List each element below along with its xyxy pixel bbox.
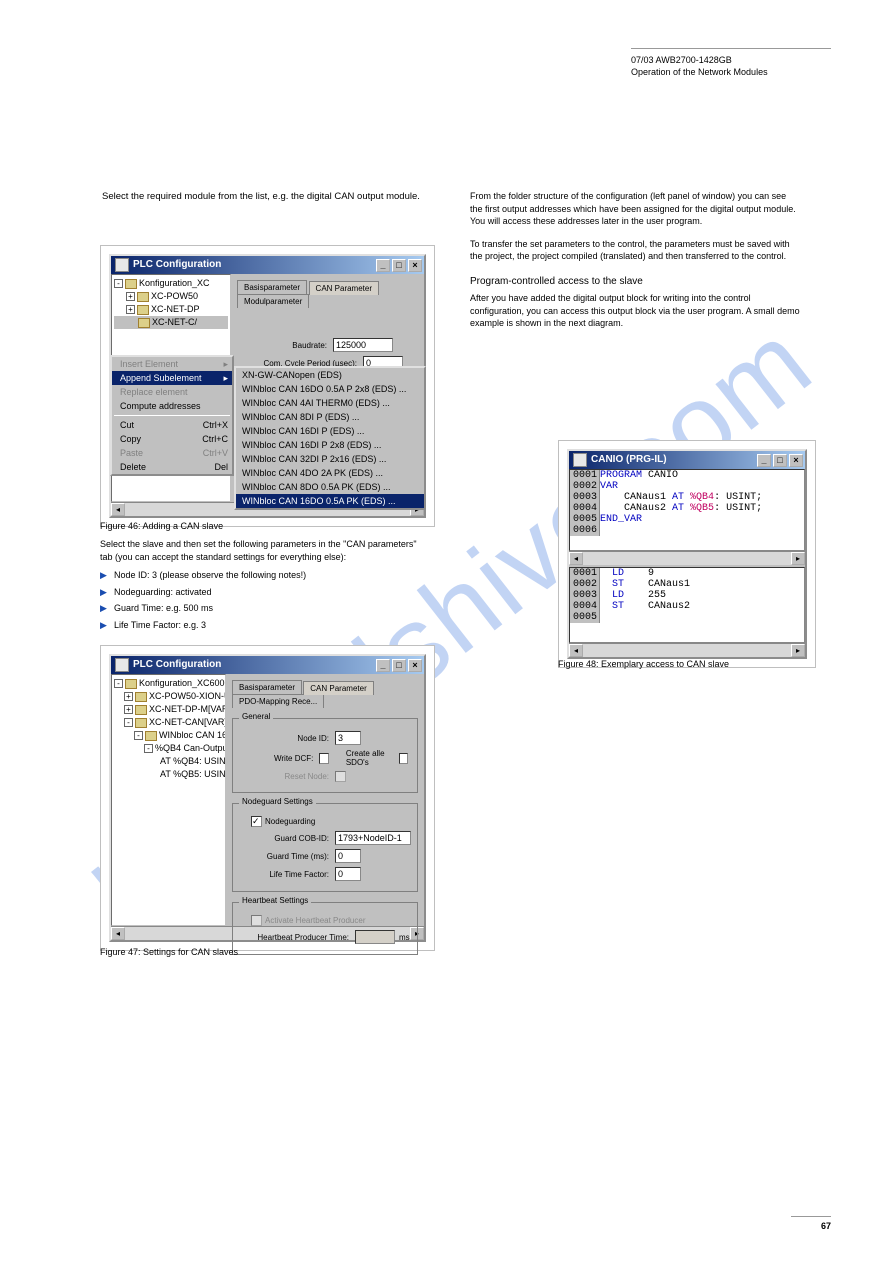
tabs-1: Basisparameter CAN Parameter Modulparame… [237, 280, 418, 308]
baudrate-label: Baudrate: [237, 341, 327, 350]
menu-append-subelement[interactable]: Append Subelement▸ [112, 371, 232, 385]
menu-compute-addresses[interactable]: Compute addresses [112, 399, 232, 413]
figure-3-caption: Figure 48: Exemplary access to CAN slave [558, 659, 729, 669]
code-pane[interactable]: 0001 LD 9 0002 ST CANaus1 0003 LD 255 00… [569, 567, 805, 643]
app-icon [573, 453, 587, 467]
menu-delete[interactable]: DeleteDel [112, 460, 232, 474]
close-button[interactable]: × [408, 259, 422, 272]
submenu-item-8[interactable]: WINbloc CAN 8DO 0.5A PK (EDS) ... [236, 480, 424, 494]
submenu-item-6[interactable]: WINbloc CAN 32DI P 2x16 (EDS) ... [236, 452, 424, 466]
tab-basisparameter[interactable]: Basisparameter [237, 280, 307, 294]
menu-insert-element[interactable]: Insert Element▸ [112, 357, 232, 371]
submenu-item-5[interactable]: WINbloc CAN 16DI P 2x8 (EDS) ... [236, 438, 424, 452]
header-line1: 07/03 AWB2700-1428GB [631, 55, 831, 67]
resetnode-checkbox [335, 771, 346, 782]
figure-3-frame: CANIO (PRG-IL) _ □ × 0001PROGRAM CANIO 0… [558, 440, 816, 668]
tab-modulparameter[interactable]: Modulparameter [237, 294, 309, 308]
tab-can-parameter-2[interactable]: CAN Parameter [303, 681, 373, 695]
scroll-left-button[interactable]: ◂ [111, 503, 125, 516]
minimize-button[interactable]: _ [757, 454, 771, 467]
group-nodeguard: Nodeguard Settings Nodeguarding Guard CO… [232, 803, 418, 892]
nodeguarding-checkbox[interactable] [251, 816, 262, 827]
title-text-2: PLC Configuration [133, 656, 221, 674]
baudrate-input[interactable] [333, 338, 393, 352]
guardtime-input[interactable] [335, 849, 361, 863]
heartbeat-checkbox [251, 915, 262, 926]
submenu-item-0[interactable]: XN-GW-CANopen (EDS) [236, 368, 424, 382]
submenu-item-7[interactable]: WINbloc CAN 4DO 2A PK (EDS) ... [236, 466, 424, 480]
figure-2-frame: PLC Configuration _ □ × -Konfiguration_X… [100, 645, 435, 951]
right-pane-2: Basisparameter CAN Parameter PDO-Mapping… [226, 674, 424, 926]
title-text-3: CANIO (PRG-IL) [591, 451, 667, 469]
page-number: 67 [791, 1216, 831, 1231]
maximize-button[interactable]: □ [392, 259, 406, 272]
submenu-item-3[interactable]: WINbloc CAN 8DI P (EDS) ... [236, 410, 424, 424]
menu-replace-element[interactable]: Replace element [112, 385, 232, 399]
createsdo-checkbox[interactable] [399, 753, 408, 764]
hbtime-input [355, 930, 395, 944]
app-icon [115, 258, 129, 272]
lifetimefactor-input[interactable] [335, 867, 361, 881]
right-column-text: From the folder structure of the configu… [470, 190, 800, 340]
submenu-item-9[interactable]: WINbloc CAN 16DO 0.5A PK (EDS) ... [236, 494, 424, 508]
tab-basisparameter-2[interactable]: Basisparameter [232, 680, 302, 694]
intro-paragraph: Select the required module from the list… [102, 190, 420, 213]
figure-2-caption: Figure 47: Settings for CAN slaves [100, 947, 238, 957]
maximize-button[interactable]: □ [773, 454, 787, 467]
close-button[interactable]: × [789, 454, 803, 467]
submenu-item-1[interactable]: WINbloc CAN 16DO 0.5A P 2x8 (EDS) ... [236, 382, 424, 396]
titlebar-3: CANIO (PRG-IL) _ □ × [569, 451, 805, 469]
group-general: General Node ID: Write DCF: Create alle … [232, 718, 418, 793]
submenu-item-4[interactable]: WINbloc CAN 16DI P (EDS) ... [236, 424, 424, 438]
tab-pdo-mapping[interactable]: PDO-Mapping Rece... [232, 694, 324, 708]
maximize-button[interactable]: □ [392, 659, 406, 672]
section-heading: Program-controlled access to the slave [470, 275, 800, 289]
close-button[interactable]: × [408, 659, 422, 672]
titlebar-2: PLC Configuration _ □ × [111, 656, 424, 674]
submenu-item-2[interactable]: WINbloc CAN 4AI THERM0 (EDS) ... [236, 396, 424, 410]
tab-can-parameter[interactable]: CAN Parameter [309, 281, 379, 295]
figure-1-caption: Figure 46: Adding a CAN slave [100, 521, 223, 531]
scroll-left-button[interactable]: ◂ [111, 927, 125, 940]
cobid-input[interactable] [335, 831, 411, 845]
minimize-button[interactable]: _ [376, 259, 390, 272]
tree-pane-2[interactable]: -Konfiguration_XC600 +XC-POW50-XION-UPS[… [111, 674, 226, 926]
menu-copy[interactable]: CopyCtrl+C [112, 432, 232, 446]
after-figure-1-text: Select the slave and then set the follow… [100, 538, 420, 636]
menu-cut[interactable]: CutCtrl+X [112, 418, 232, 432]
titlebar-1: PLC Configuration _ □ × [111, 256, 424, 274]
nodeid-input[interactable] [335, 731, 361, 745]
submenu-append[interactable]: XN-GW-CANopen (EDS) WINbloc CAN 16DO 0.5… [234, 366, 426, 510]
header-line2: Operation of the Network Modules [631, 67, 831, 79]
scrollbar-code[interactable]: ◂▸ [569, 643, 805, 657]
app-icon [115, 658, 129, 672]
scrollbar-decl[interactable]: ◂▸ [569, 551, 805, 565]
title-text-1: PLC Configuration [133, 256, 221, 274]
canio-window: CANIO (PRG-IL) _ □ × 0001PROGRAM CANIO 0… [567, 449, 807, 659]
page-header: 07/03 AWB2700-1428GB Operation of the Ne… [631, 48, 831, 78]
writedcf-checkbox[interactable] [319, 753, 328, 764]
group-heartbeat: Heartbeat Settings Activate Heartbeat Pr… [232, 902, 418, 955]
minimize-button[interactable]: _ [376, 659, 390, 672]
context-menu[interactable]: Insert Element▸ Append Subelement▸ Repla… [110, 355, 234, 476]
declaration-pane[interactable]: 0001PROGRAM CANIO 0002VAR 0003 CANaus1 A… [569, 469, 805, 551]
plc-config-window-2: PLC Configuration _ □ × -Konfiguration_X… [109, 654, 426, 942]
menu-paste[interactable]: PasteCtrl+V [112, 446, 232, 460]
